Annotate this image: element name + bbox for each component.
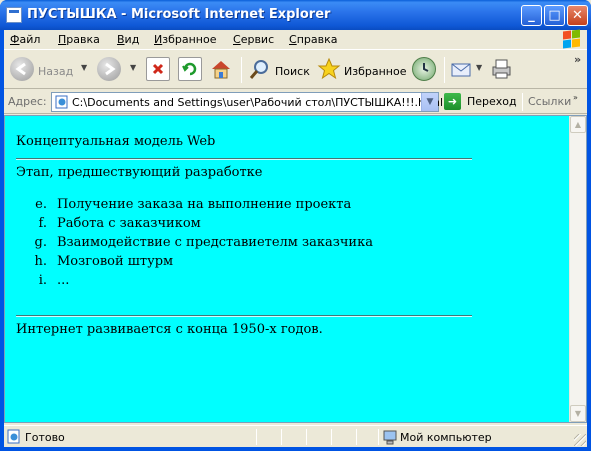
html-document-icon	[55, 95, 69, 109]
links-label[interactable]: Ссылки	[528, 95, 571, 108]
toolbar-more-icon[interactable]: »	[574, 53, 581, 66]
back-arrow-icon[interactable]	[10, 57, 34, 81]
status-bar: Готово Мой компьютер	[4, 425, 587, 447]
status-separator	[256, 429, 257, 445]
status-separator	[378, 429, 379, 445]
links-separator	[522, 93, 523, 111]
horizontal-rule	[16, 158, 472, 160]
mail-icon[interactable]	[450, 57, 474, 81]
menu-help-label: правка	[296, 33, 338, 46]
menu-tools-label: ервис	[240, 33, 275, 46]
menu-favorites-label: збранное	[162, 33, 217, 46]
address-dropdown-icon[interactable]: ▼	[421, 93, 438, 111]
status-text: Готово	[25, 431, 65, 444]
menu-help-mnemonic: С	[289, 33, 297, 46]
menu-favorites[interactable]: Избранное	[154, 33, 216, 46]
list-marker: h.	[34, 254, 47, 269]
status-separator	[356, 429, 357, 445]
window-client-area: Файл Правка Вид Избранное Сервис Справка…	[4, 29, 587, 447]
page-heading: Концептуальная модель Web	[16, 134, 216, 149]
ie-page-icon	[6, 7, 22, 23]
back-label[interactable]: Назад	[38, 65, 73, 78]
print-icon[interactable]	[489, 57, 513, 81]
menu-tools[interactable]: Сервис	[233, 33, 274, 46]
menu-bar: Файл Правка Вид Избранное Сервис Справка	[4, 29, 587, 50]
toolbar-separator	[241, 57, 242, 83]
refresh-icon[interactable]	[178, 57, 202, 81]
list-item: h. Мозговой штурм	[16, 252, 557, 271]
menu-edit[interactable]: Правка	[58, 33, 100, 46]
windows-logo-icon	[561, 29, 581, 49]
address-value[interactable]: C:\Documents and Settings\user\Рабочий с…	[72, 96, 443, 109]
list-item: e. Получение заказа на выполнение проекта	[16, 195, 557, 214]
links-more-icon[interactable]: »	[573, 93, 578, 102]
mail-dropdown-icon[interactable]: ▼	[476, 63, 482, 72]
section-title: Этап, предшествующий разработке	[16, 165, 263, 180]
address-bar: Адрес: C:\Documents and Settings\user\Ра…	[4, 90, 587, 114]
status-separator	[281, 429, 282, 445]
home-icon[interactable]	[209, 57, 233, 81]
menu-edit-label: равка	[66, 33, 100, 46]
close-button[interactable]: ✕	[567, 5, 588, 26]
menu-file-label: айл	[19, 33, 41, 46]
stage-list: e. Получение заказа на выполнение проекта…	[16, 195, 557, 290]
menu-view[interactable]: Вид	[117, 33, 139, 46]
menu-help[interactable]: Справка	[289, 33, 337, 46]
my-computer-icon	[382, 429, 398, 445]
menu-view-mnemonic: В	[117, 33, 125, 46]
go-arrow-icon[interactable]: ➜	[444, 93, 461, 110]
menu-favorites-mnemonic: И	[154, 33, 163, 46]
minimize-button[interactable]: _	[521, 5, 542, 26]
list-item-text: Получение заказа на выполнение проекта	[57, 197, 352, 212]
menu-tools-mnemonic: С	[233, 33, 241, 46]
menu-file[interactable]: Файл	[10, 33, 40, 46]
list-item-text: ...	[57, 273, 70, 288]
scroll-down-icon[interactable]: ▼	[570, 405, 586, 422]
status-separator	[331, 429, 332, 445]
page-body: Концептуальная модель Web Этап, предшест…	[5, 116, 569, 422]
window-title: ПУСТЫШКА - Microsoft Internet Explorer	[27, 7, 331, 22]
address-label: Адрес:	[8, 95, 47, 108]
footer-text: Интернет развивается с конца 1950-х годо…	[16, 322, 323, 337]
back-dropdown-icon[interactable]: ▼	[81, 63, 87, 72]
list-item-text: Работа с заказчиком	[57, 216, 201, 231]
scroll-up-icon[interactable]: ▲	[570, 116, 586, 133]
security-zone-text: Мой компьютер	[400, 431, 492, 444]
maximize-button[interactable]: □	[544, 5, 565, 26]
search-icon[interactable]	[248, 57, 272, 81]
list-item: i....	[16, 271, 557, 290]
history-icon[interactable]	[412, 57, 436, 81]
horizontal-rule	[16, 315, 472, 317]
address-input[interactable]: C:\Documents and Settings\user\Рабочий с…	[51, 92, 443, 112]
list-marker: g.	[34, 235, 47, 250]
list-marker: e.	[35, 197, 47, 212]
list-item: g. Взаимодействие с представиетелм заказч…	[16, 233, 557, 252]
stop-icon[interactable]	[146, 57, 170, 81]
list-marker: f.	[38, 216, 47, 231]
favorites-star-icon[interactable]	[317, 57, 341, 81]
list-item: f. Работа с заказчиком	[16, 214, 557, 233]
forward-dropdown-icon[interactable]: ▼	[130, 63, 136, 72]
list-item-text: Мозговой штурм	[57, 254, 174, 269]
standard-toolbar: Назад ▼ ▼ Поиск Избранное ▼ »	[4, 51, 587, 89]
toolbar-separator	[444, 57, 445, 83]
resize-grip[interactable]	[574, 434, 586, 446]
menu-view-label: ид	[124, 33, 140, 46]
search-label[interactable]: Поиск	[275, 65, 310, 78]
title-bar[interactable]: ПУСТЫШКА - Microsoft Internet Explorer _…	[0, 0, 591, 30]
list-item-text: Взаимодействие с представиетелм заказчик…	[57, 235, 373, 250]
browser-content-area: Концептуальная модель Web Этап, предшест…	[4, 115, 587, 423]
page-done-icon	[7, 429, 22, 444]
status-separator	[306, 429, 307, 445]
go-button-label[interactable]: Переход	[467, 95, 517, 108]
vertical-scrollbar[interactable]: ▲ ▼	[569, 116, 586, 422]
list-marker: i.	[38, 273, 47, 288]
favorites-label[interactable]: Избранное	[344, 65, 406, 78]
forward-arrow-icon[interactable]	[97, 57, 121, 81]
browser-window: ПУСТЫШКА - Microsoft Internet Explorer _…	[0, 0, 591, 451]
